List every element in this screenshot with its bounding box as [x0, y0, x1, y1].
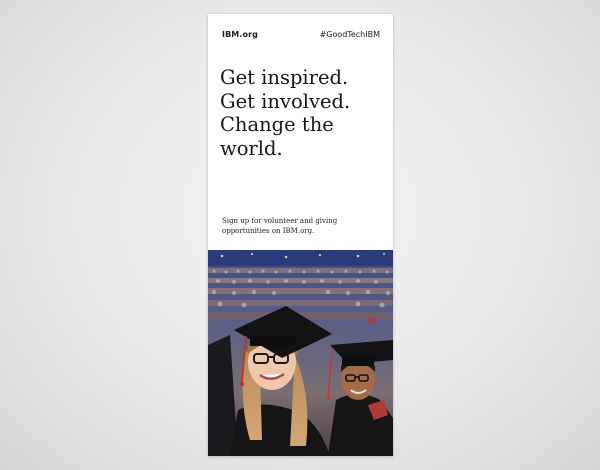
headline-line-2: Get involved. — [220, 89, 351, 113]
hashtag-text: #GoodTechIBM — [319, 30, 380, 39]
signup-subtext: Sign up for volunteer and giving opportu… — [222, 217, 338, 235]
headline-line-1: Get inspired. — [220, 66, 349, 89]
brand-logo-text: IBM.org — [222, 30, 258, 39]
headline-line-3: Change the — [220, 113, 334, 136]
headline: Get inspired. Get involved. Change the w… — [220, 66, 390, 160]
headline-line-4: world. — [220, 136, 283, 160]
rollup-banner: IBM.org #GoodTechIBM Get inspired. Get i… — [208, 14, 393, 456]
graduates-photo — [208, 250, 393, 456]
